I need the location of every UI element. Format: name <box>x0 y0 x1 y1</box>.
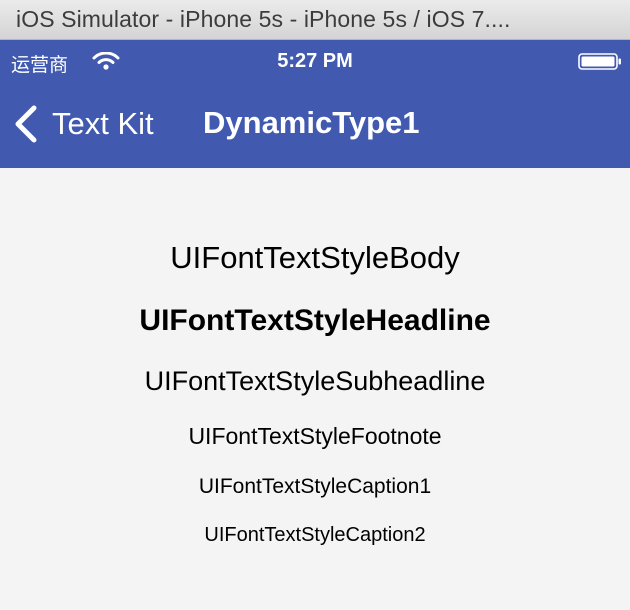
navigation-bar: Text Kit DynamicType1 <box>0 80 630 168</box>
headline-style-label: UIFontTextStyleHeadline <box>139 304 491 337</box>
page-title: DynamicType1 <box>203 105 420 140</box>
chevron-left-icon <box>15 105 37 143</box>
back-button[interactable]: Text Kit <box>12 102 154 146</box>
battery-icon <box>578 53 621 70</box>
body-style-label: UIFontTextStyleBody <box>170 240 460 275</box>
status-time: 5:27 PM <box>277 50 353 72</box>
footnote-style-label: UIFontTextStyleFootnote <box>188 423 442 449</box>
text-styles-view: UIFontTextStyleBody UIFontTextStyleHeadl… <box>0 168 630 610</box>
caption1-style-label: UIFontTextStyleCaption1 <box>198 475 432 498</box>
caption2-style-label: UIFontTextStyleCaption2 <box>204 524 426 546</box>
status-bar: 运营商 5:27 PM <box>0 40 630 80</box>
simulator-title-bar[interactable]: iOS Simulator - iPhone 5s - iPhone 5s / … <box>0 0 630 40</box>
back-button-label: Text Kit <box>52 106 154 141</box>
window-title: iOS Simulator - iPhone 5s - iPhone 5s / … <box>16 6 511 32</box>
subheadline-style-label: UIFontTextStyleSubheadline <box>144 366 486 396</box>
